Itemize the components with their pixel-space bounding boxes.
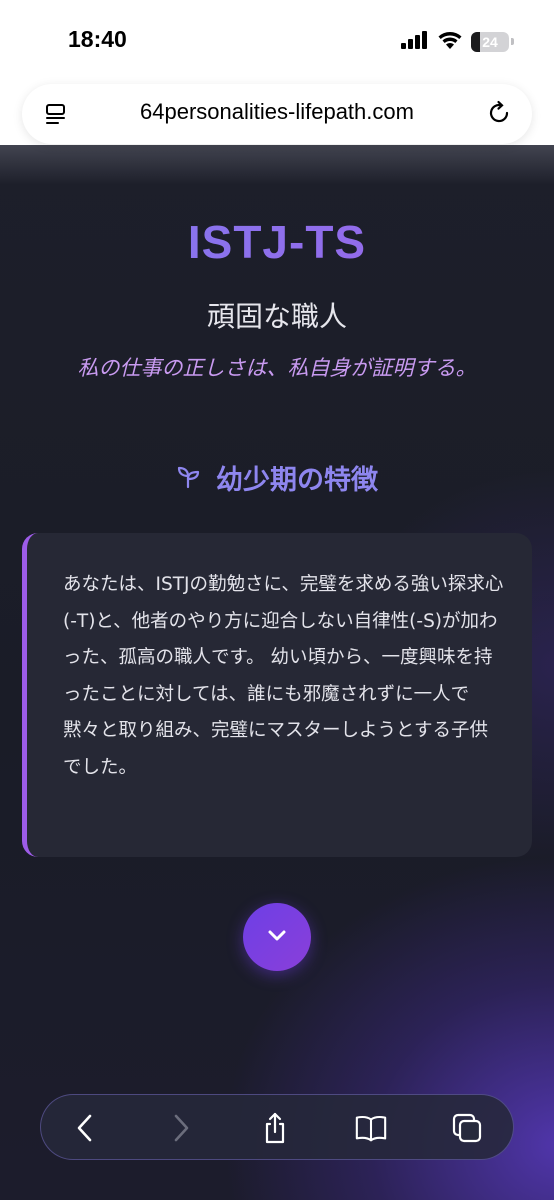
page-content: ISTJ-TS 頑固な職人 私の仕事の正しさは、私自身が証明する。 幼少期の特徴… (0, 145, 554, 1200)
battery-icon: 24 (471, 31, 514, 52)
bookmarks-icon[interactable] (354, 1111, 388, 1145)
address-bar[interactable]: 64personalities-lifepath.com (22, 84, 532, 144)
status-time: 18:40 (68, 26, 127, 52)
card-text: あなたは、ISTJの勤勉さに、完璧を求める強い探求心(-T)と、他者のやり方に迎… (63, 574, 504, 778)
type-title: ISTJ-TS (0, 215, 554, 269)
back-icon[interactable] (68, 1111, 102, 1145)
reload-icon[interactable] (486, 100, 512, 130)
share-icon[interactable] (258, 1111, 292, 1145)
status-icons: 24 (401, 30, 514, 53)
battery-tip (511, 38, 514, 45)
chevron-down-icon (265, 923, 289, 951)
url-text[interactable]: 64personalities-lifepath.com (22, 99, 532, 125)
battery: 24 (471, 31, 509, 52)
battery-level: 24 (482, 33, 498, 50)
section-title: 幼少期の特徴 (216, 465, 378, 496)
tabs-icon[interactable] (450, 1111, 484, 1145)
signal-icon (401, 30, 429, 53)
type-quote: 私の仕事の正しさは、私自身が証明する。 (77, 356, 477, 380)
scroll-down-button[interactable] (243, 903, 311, 971)
type-subtitle: 頑固な職人 (206, 300, 347, 333)
section-heading: 幼少期の特徴 (0, 458, 554, 497)
sprout-icon (176, 463, 202, 493)
status-bar: 18:40 24 (0, 0, 554, 80)
battery-fill (471, 31, 481, 52)
browser-toolbar (40, 1094, 514, 1160)
description-card: あなたは、ISTJの勤勉さに、完璧を求める強い探求心(-T)と、他者のやり方に迎… (22, 533, 532, 857)
forward-icon[interactable] (164, 1111, 198, 1145)
page-top-shadow (0, 145, 554, 185)
wifi-icon (437, 30, 463, 53)
